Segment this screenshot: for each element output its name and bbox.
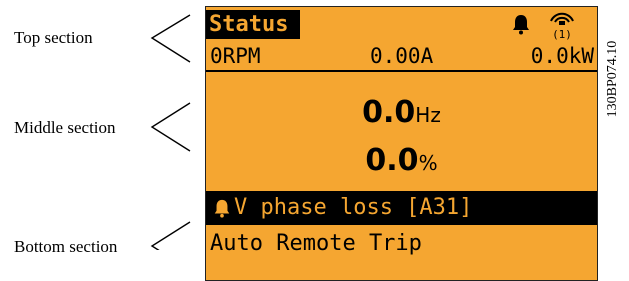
status-row: Status (1): [206, 7, 597, 43]
lcp-display: Status (1) 0RPM 0.00A 0.0kW 0.0Hz 0.0% V…: [205, 6, 598, 281]
figure-id: 130BP074.10: [602, 4, 624, 154]
remote-control-icon: (1): [550, 12, 574, 41]
section-brackets: [150, 14, 191, 250]
top-bracket: [150, 14, 191, 63]
bell-icon: [513, 15, 529, 35]
percent-readout: 0.0%: [206, 143, 597, 178]
middle-bracket: [150, 102, 191, 152]
status-values-row: 0RPM 0.00A 0.0kW: [206, 42, 597, 70]
alarm-bar: V phase loss [A31]: [206, 191, 597, 225]
percent-unit: %: [418, 151, 438, 175]
bottom-bracket: [150, 221, 191, 250]
current-value: 0.00A: [370, 44, 434, 68]
figure-id-text: 130BP074.10: [605, 40, 620, 118]
frequency-value: 0.0: [362, 95, 416, 130]
frequency-readout: 0.0Hz: [206, 95, 597, 130]
status-title: Status: [206, 10, 300, 39]
percent-value: 0.0: [365, 143, 419, 178]
alarm-message: V phase loss [A31]: [234, 195, 473, 220]
svg-text:(1): (1): [552, 28, 572, 41]
trip-status: Auto Remote Trip: [210, 231, 422, 256]
speed-rpm-value: 0RPM: [210, 44, 261, 68]
alarm-bell-icon: [214, 199, 230, 218]
display-divider: [206, 70, 597, 72]
power-value: 0.0kW: [530, 44, 594, 68]
frequency-unit: Hz: [415, 103, 441, 127]
